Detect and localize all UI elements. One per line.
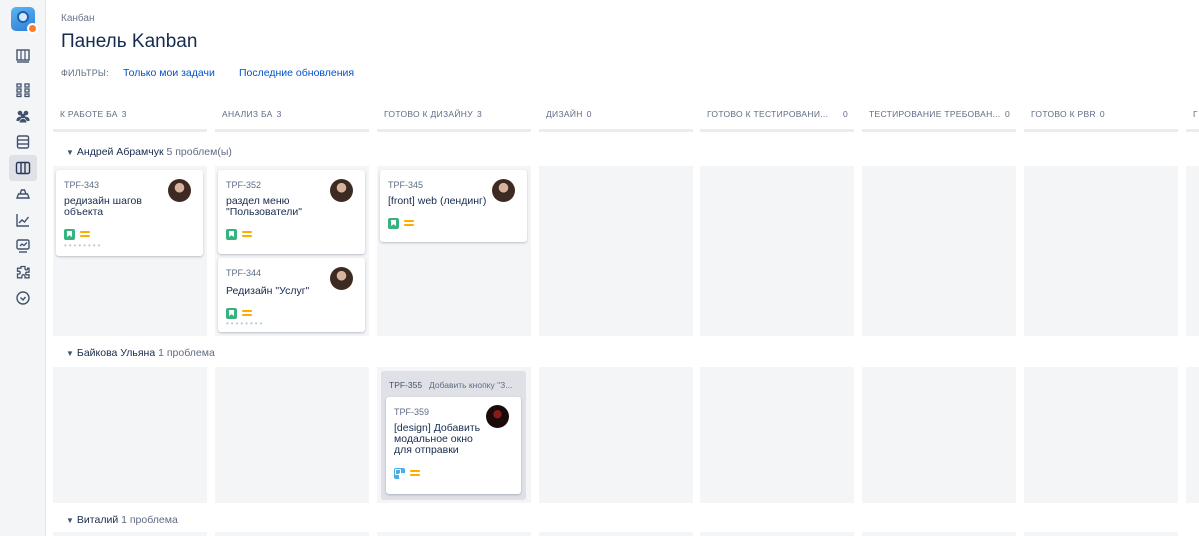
releases-icon[interactable] [13,184,33,204]
column-header-next[interactable]: Г [1186,96,1199,132]
assignee-avatar [486,405,509,428]
chevron-down-icon: ▼ [66,349,74,358]
page-title: Панель Kanban [61,31,198,52]
story-icon [226,308,237,319]
swimlane-cell [377,532,531,536]
column-header-requirements-testing[interactable]: ТЕСТИРОВАНИЕ ТРЕБОВАН... 0 [862,96,1016,132]
backlog-icon[interactable] [13,46,33,66]
swimlane-cell [1024,367,1178,503]
swimlane-cell [700,166,854,336]
issue-card[interactable]: TPF-344 Редизайн "Услуг" •••••••• [218,258,365,332]
column-header-ready-for-pbr[interactable]: ГОТОВО К PBR 0 [1024,96,1178,132]
swimlane-cell [862,166,1016,336]
clock-icon[interactable] [13,288,33,308]
assignee-avatar [492,179,515,202]
parent-issue-key: TPF-355 [389,380,423,390]
reports-list-icon[interactable] [13,132,33,152]
swimlane-cell [1186,166,1199,336]
issue-card[interactable]: TPF-352 раздел меню "Пользователи" [218,170,365,254]
swimlane-cell [862,367,1016,503]
assignee-avatar [330,267,353,290]
medium-priority-icon [404,220,414,227]
issue-key: TPF-352 [226,180,262,190]
filter-recent-updates[interactable]: Последние обновления [239,67,354,79]
story-icon [388,218,399,229]
estimate-dots: •••••••• [226,319,265,328]
issue-summary: [front] web (лендинг) [388,195,487,207]
swimlane-cell [700,532,854,536]
issue-summary: раздел меню "Пользователи" [226,195,302,218]
swimlane-cell [539,532,693,536]
issue-card[interactable]: TPF-345 [front] web (лендинг) [380,170,527,242]
story-icon [64,229,75,240]
swimlane-cell [539,166,693,336]
estimate-dots: •••••••• [64,241,103,250]
column-header-ready-for-design[interactable]: ГОТОВО К ДИЗАЙНУ 3 [377,96,531,132]
swimlane-header-abramchuk[interactable]: ▼ Андрей Абрамчук 5 проблем(ы) [66,146,232,158]
column-header-todo-ba[interactable]: К РАБОТЕ БА 3 [53,96,207,132]
sidebar [0,0,46,536]
breadcrumb[interactable]: Канбан [61,13,95,24]
issue-summary: редизайн шагов объекта [64,195,142,218]
issue-summary: [design] Добавить модальное окно для отп… [394,422,481,456]
dashboard-icon[interactable] [13,236,33,256]
issue-key: TPF-344 [226,268,262,278]
swimlane-cell [215,367,369,503]
issue-card[interactable]: TPF-359 [design] Добавить модальное окно… [386,397,521,494]
swimlane-cell [215,532,369,536]
swimlane-cell [1024,166,1178,336]
swimlane-cell [1186,367,1199,503]
swimlane-cell [53,532,207,536]
swimlane-cell [1024,532,1178,536]
swimlane-cell [862,532,1016,536]
chart-icon[interactable] [13,210,33,230]
chevron-down-icon: ▼ [66,516,74,525]
issue-card[interactable]: TPF-343 редизайн шагов объекта •••••••• [56,170,203,256]
swimlane-cell [53,367,207,503]
assignee-avatar [330,179,353,202]
medium-priority-icon [80,231,90,238]
column-header-ready-for-testing[interactable]: ГОТОВО К ТЕСТИРОВАНИ... 0 [700,96,854,132]
issue-key: TPF-359 [394,407,430,417]
medium-priority-icon [410,470,420,477]
parent-issue-summary: Добавить кнопку "З... [429,380,513,390]
board-grid-icon[interactable] [13,80,33,100]
assignee-avatar [168,179,191,202]
issue-key: TPF-343 [64,180,100,190]
app-logo-icon[interactable] [11,7,38,34]
issue-summary: Редизайн "Услуг" [226,285,310,297]
swimlane-header-baykova[interactable]: ▼ Байкова Ульяна 1 проблема [66,347,215,359]
swimlane-header-vitaly[interactable]: ▼ Виталий 1 проблема [66,514,178,526]
filters-label: ФИЛЬТРЫ: [61,68,109,78]
medium-priority-icon [242,310,252,317]
swimlane-cell [700,367,854,503]
medium-priority-icon [242,231,252,238]
issue-key: TPF-345 [388,180,424,190]
addon-icon[interactable] [13,262,33,282]
subtask-icon [394,468,405,479]
column-header-analysis-ba[interactable]: АНАЛИЗ БА 3 [215,96,369,132]
column-header-design[interactable]: ДИЗАЙН 0 [539,96,693,132]
story-icon [226,229,237,240]
kanban-board-icon[interactable] [9,155,37,181]
filter-my-issues[interactable]: Только мои задачи [123,67,215,79]
team-icon[interactable] [13,106,33,126]
chevron-down-icon: ▼ [66,148,74,157]
swimlane-cell [539,367,693,503]
